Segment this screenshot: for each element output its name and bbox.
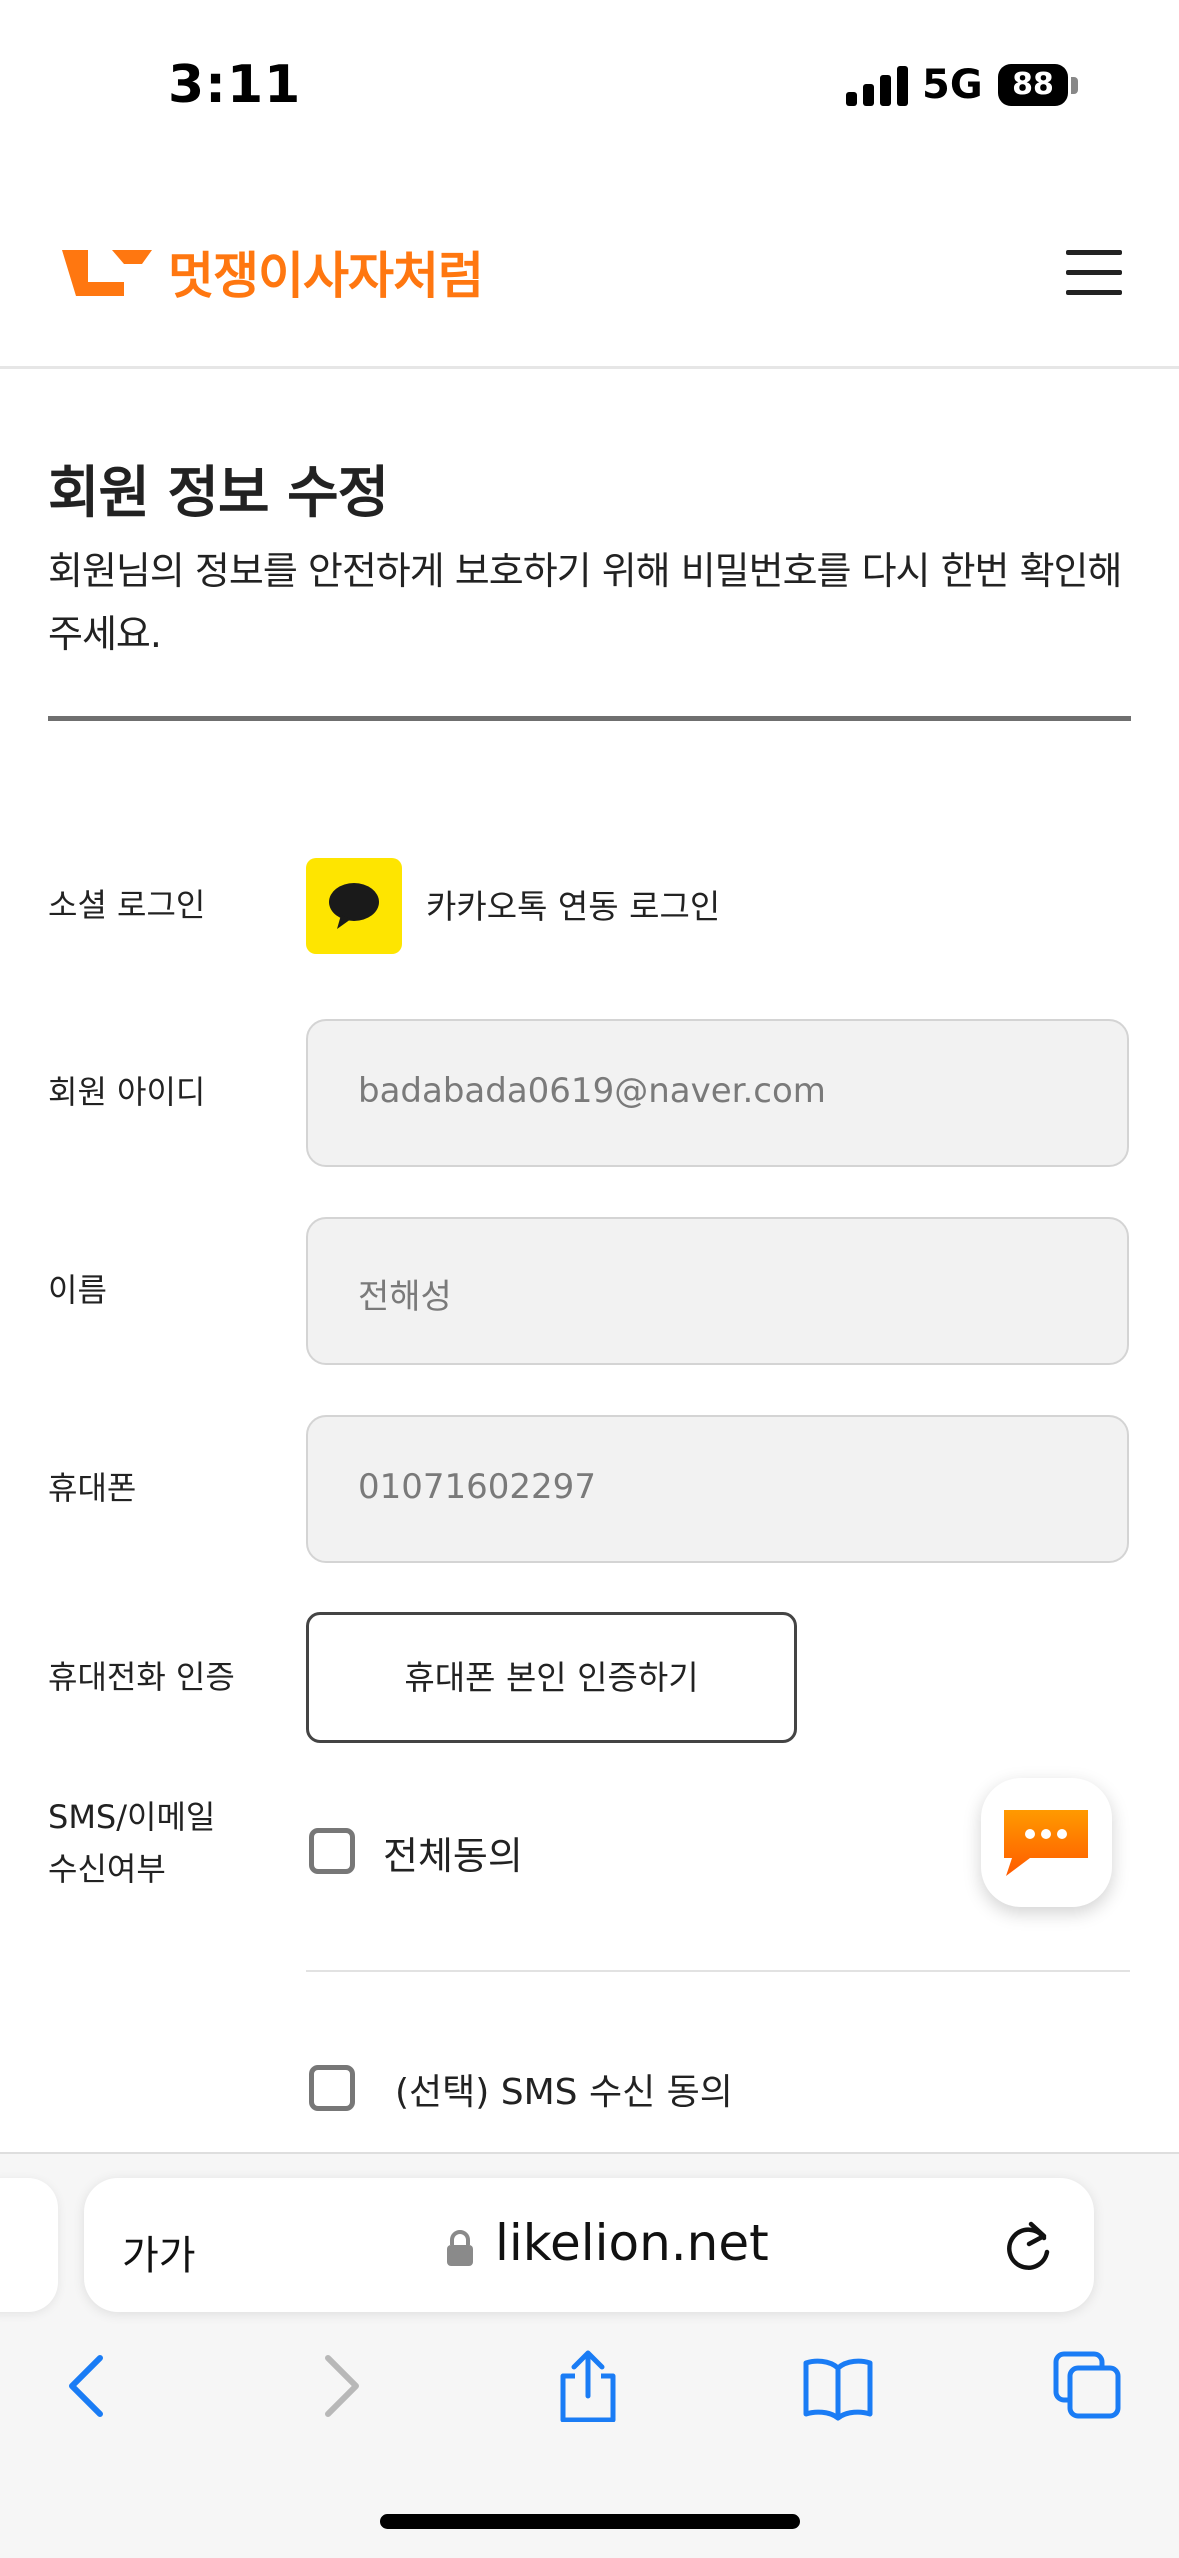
all-agree-label[interactable]: 전체동의: [383, 1825, 523, 1880]
chat-button[interactable]: [981, 1778, 1112, 1907]
cellular-signal-icon: [846, 64, 908, 106]
forward-icon[interactable]: [306, 2350, 376, 2422]
share-icon[interactable]: [553, 2350, 623, 2422]
text-size-button[interactable]: 가가: [122, 2223, 196, 2281]
name-label: 이름: [48, 1271, 107, 1309]
member-id-label: 회원 아이디: [48, 1073, 206, 1111]
home-indicator: [380, 2514, 800, 2529]
phone-label: 휴대폰: [48, 1469, 137, 1507]
consent-label-line2: 수신여부: [48, 1850, 166, 1888]
consent-label-line1: SMS/이메일: [48, 1798, 216, 1836]
status-bar: 3:11 5G 88: [0, 0, 1179, 150]
member-id-value: badabada0619@naver.com: [358, 1071, 826, 1111]
battery-tip: [1071, 77, 1078, 94]
sms-agree-label[interactable]: (선택) SMS 수신 동의: [395, 2063, 733, 2115]
page-title: 회원 정보 수정: [48, 461, 389, 526]
url-text[interactable]: likelion.net: [495, 2214, 769, 2272]
sms-agree-checkbox[interactable]: [309, 2065, 355, 2111]
previous-tab-peek[interactable]: [0, 2178, 58, 2312]
phone-verify-button[interactable]: 휴대폰 본인 인증하기: [306, 1612, 797, 1743]
chat-bubble-icon: [1004, 1810, 1088, 1876]
hamburger-menu-icon[interactable]: [1066, 250, 1122, 296]
network-type: 5G: [922, 62, 983, 108]
title-divider: [48, 716, 1131, 721]
likelion-logo-icon[interactable]: [62, 248, 152, 298]
phone-verification-label: 휴대전화 인증: [48, 1658, 235, 1696]
bookmarks-icon[interactable]: [803, 2350, 873, 2422]
consent-divider: [306, 1970, 1130, 1972]
kakao-login-text: 카카오톡 연동 로그인: [426, 887, 721, 926]
lock-icon: [447, 2230, 473, 2266]
back-icon[interactable]: [52, 2350, 122, 2422]
tabs-icon[interactable]: [1052, 2350, 1122, 2422]
member-id-field: badabada0619@naver.com: [306, 1019, 1129, 1167]
all-agree-checkbox[interactable]: [309, 1828, 355, 1874]
name-value: 전해성: [358, 1277, 452, 1317]
name-field: 전해성: [306, 1217, 1129, 1365]
reload-icon[interactable]: [1001, 2218, 1055, 2274]
status-time: 3:11: [168, 55, 302, 115]
page-description: 회원님의 정보를 안전하게 보호하기 위해 비밀번호를 다시 한번 확인해주세요…: [48, 549, 1122, 656]
phone-value: 01071602297: [358, 1467, 596, 1507]
battery-icon: 88: [998, 64, 1068, 106]
phone-field: 01071602297: [306, 1415, 1129, 1563]
kakao-talk-icon: [306, 858, 402, 954]
social-login-label: 소셜 로그인: [48, 886, 206, 924]
logo-text[interactable]: 멋쟁이사자처럼: [168, 236, 484, 308]
